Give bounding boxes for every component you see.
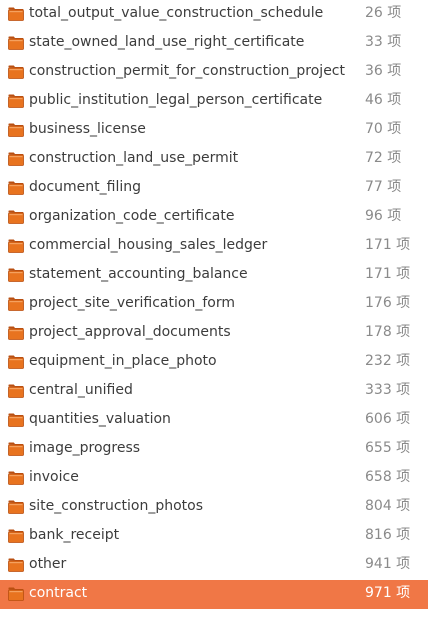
folder-row[interactable]: image_progress 655 项 <box>0 435 428 464</box>
folder-icon <box>8 529 24 543</box>
folder-name: construction_land_use_permit <box>29 150 239 166</box>
folder-name: business_license <box>29 121 146 137</box>
item-count: 606 项 <box>365 411 411 427</box>
folder-row[interactable]: equipment_in_place_photo 232 项 <box>0 348 428 377</box>
item-count: 26 项 <box>365 5 402 21</box>
folder-icon <box>8 210 24 224</box>
folder-name: other <box>29 556 67 572</box>
folder-row[interactable]: central_unified 333 项 <box>0 377 428 406</box>
folder-icon <box>8 587 24 601</box>
item-count: 658 项 <box>365 469 411 485</box>
item-count: 971 项 <box>365 585 411 601</box>
item-count: 816 项 <box>365 527 411 543</box>
folder-row[interactable]: other 941 项 <box>0 551 428 580</box>
item-count: 46 项 <box>365 92 402 108</box>
folder-icon <box>8 384 24 398</box>
item-count: 33 项 <box>365 34 402 50</box>
folder-row[interactable]: total_output_value_construction_schedule… <box>0 0 428 29</box>
folder-icon <box>8 413 24 427</box>
folder-row[interactable]: construction_permit_for_construction_pro… <box>0 58 428 87</box>
folder-name: total_output_value_construction_schedule <box>29 5 324 21</box>
folder-row[interactable]: public_institution_legal_person_certific… <box>0 87 428 116</box>
folder-name: state_owned_land_use_right_certificate <box>29 34 305 50</box>
folder-icon <box>8 152 24 166</box>
folder-icon <box>8 558 24 572</box>
folder-name: organization_code_certificate <box>29 208 235 224</box>
folder-name: document_filing <box>29 179 141 195</box>
folder-icon <box>8 355 24 369</box>
folder-name: invoice <box>29 469 79 485</box>
item-count: 655 项 <box>365 440 411 456</box>
folder-row[interactable]: commercial_housing_sales_ledger 171 项 <box>0 232 428 261</box>
folder-name: equipment_in_place_photo <box>29 353 217 369</box>
folder-row[interactable]: site_construction_photos 804 项 <box>0 493 428 522</box>
folder-name: project_site_verification_form <box>29 295 235 311</box>
folder-icon <box>8 94 24 108</box>
folder-list: total_output_value_construction_schedule… <box>0 0 428 623</box>
folder-name: commercial_housing_sales_ledger <box>29 237 268 253</box>
folder-icon <box>8 268 24 282</box>
item-count: 804 项 <box>365 498 411 514</box>
item-count: 941 项 <box>365 556 411 572</box>
folder-name: contract <box>29 585 88 601</box>
folder-icon <box>8 65 24 79</box>
folder-icon <box>8 36 24 50</box>
folder-row[interactable]: business_license 70 项 <box>0 116 428 145</box>
folder-name: central_unified <box>29 382 133 398</box>
item-count: 70 项 <box>365 121 402 137</box>
folder-row[interactable]: bank_receipt 816 项 <box>0 522 428 551</box>
folder-icon <box>8 500 24 514</box>
folder-name: quantities_valuation <box>29 411 171 427</box>
folder-row[interactable]: statement_accounting_balance 171 项 <box>0 261 428 290</box>
folder-icon <box>8 123 24 137</box>
folder-row[interactable]: organization_code_certificate 96 项 <box>0 203 428 232</box>
folder-name: site_construction_photos <box>29 498 204 514</box>
folder-row-selected[interactable]: contract 971 项 <box>0 580 428 609</box>
folder-row[interactable]: document_filing 77 项 <box>0 174 428 203</box>
item-count: 96 项 <box>365 208 402 224</box>
folder-name: public_institution_legal_person_certific… <box>29 92 323 108</box>
folder-row[interactable]: project_site_verification_form 176 项 <box>0 290 428 319</box>
item-count: 72 项 <box>365 150 402 166</box>
folder-icon <box>8 297 24 311</box>
folder-icon <box>8 239 24 253</box>
item-count: 232 项 <box>365 353 411 369</box>
folder-row[interactable]: quantities_valuation 606 项 <box>0 406 428 435</box>
folder-name: construction_permit_for_construction_pro… <box>29 63 345 79</box>
item-count: 77 项 <box>365 179 402 195</box>
folder-row[interactable]: project_approval_documents 178 项 <box>0 319 428 348</box>
item-count: 171 项 <box>365 266 411 282</box>
folder-row[interactable]: construction_land_use_permit 72 项 <box>0 145 428 174</box>
folder-name: project_approval_documents <box>29 324 231 340</box>
item-count: 171 项 <box>365 237 411 253</box>
folder-name: bank_receipt <box>29 527 120 543</box>
folder-icon <box>8 326 24 340</box>
folder-row[interactable]: invoice 658 项 <box>0 464 428 493</box>
item-count: 178 项 <box>365 324 411 340</box>
folder-name: statement_accounting_balance <box>29 266 248 282</box>
folder-row[interactable]: state_owned_land_use_right_certificate 3… <box>0 29 428 58</box>
folder-name: image_progress <box>29 440 141 456</box>
item-count: 36 项 <box>365 63 402 79</box>
folder-icon <box>8 7 24 21</box>
folder-icon <box>8 471 24 485</box>
folder-icon <box>8 442 24 456</box>
folder-icon <box>8 181 24 195</box>
item-count: 176 项 <box>365 295 411 311</box>
item-count: 333 项 <box>365 382 411 398</box>
